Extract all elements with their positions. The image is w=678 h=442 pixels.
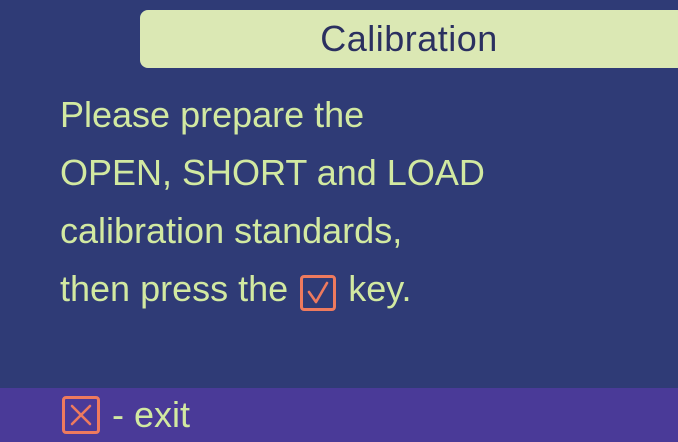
instruction-message: Please prepare the OPEN, SHORT and LOAD …: [60, 86, 660, 318]
exit-label: - exit: [112, 394, 191, 435]
cross-key-icon[interactable]: [62, 396, 100, 434]
footer-bar: - exit: [0, 388, 678, 442]
check-key-icon: [300, 275, 337, 311]
message-line-4-start: then press the: [60, 268, 289, 309]
calibration-screen: Calibration Please prepare the OPEN, SHO…: [0, 0, 678, 442]
message-line-3: calibration standards,: [60, 210, 403, 251]
message-line-4-end: key.: [348, 268, 412, 309]
message-line-4: then press the key.: [60, 260, 660, 318]
message-line-1: Please prepare the: [60, 94, 365, 135]
title-bar: Calibration: [140, 10, 678, 68]
page-title: Calibration: [320, 18, 498, 59]
message-line-2: OPEN, SHORT and LOAD: [60, 152, 485, 193]
